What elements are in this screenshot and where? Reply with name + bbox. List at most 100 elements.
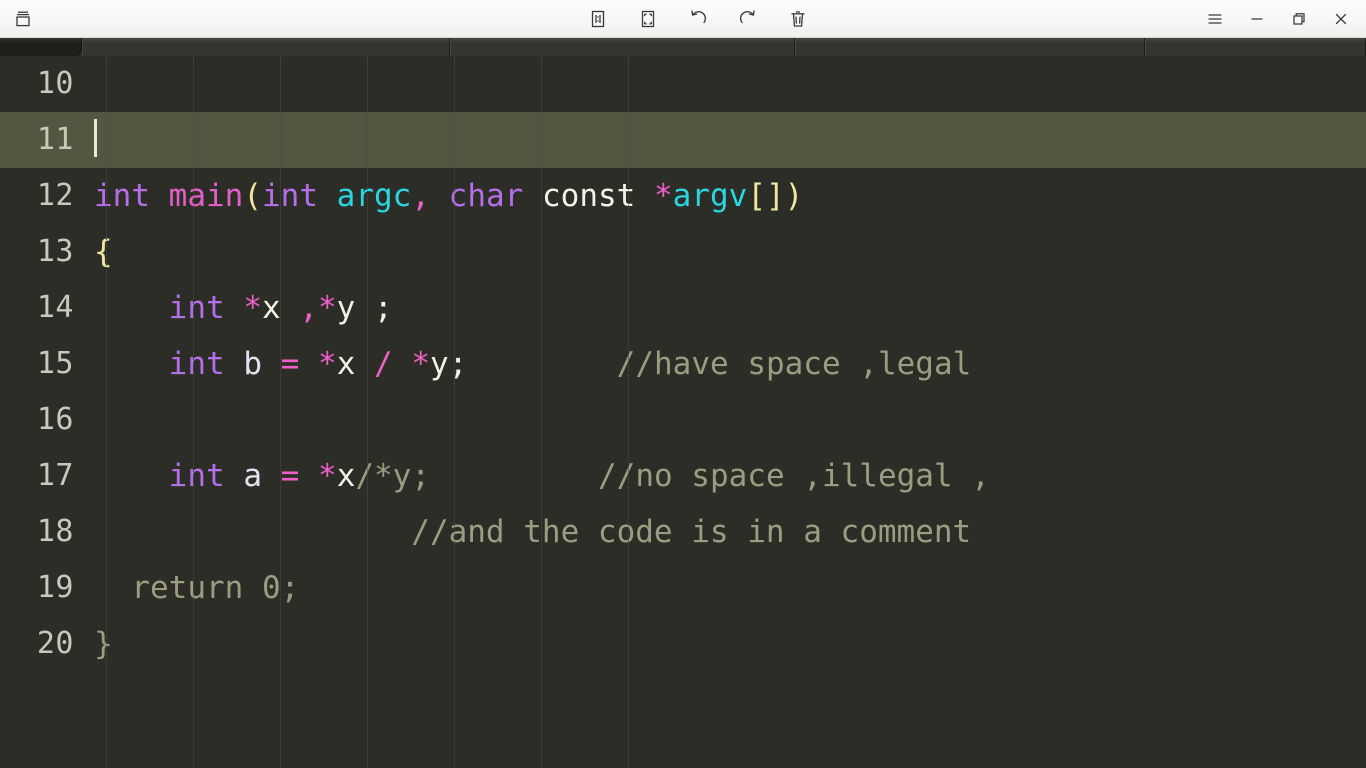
code-line-12[interactable]: 12 int main(int argc, char const *argv[]) bbox=[0, 168, 1366, 224]
fit-to-screen-icon[interactable] bbox=[637, 8, 659, 30]
menu-icon[interactable] bbox=[1204, 8, 1226, 30]
code-line-14[interactable]: 14 int *x ,*y ; bbox=[0, 280, 1366, 336]
code-token: = bbox=[280, 457, 300, 494]
maximize-icon[interactable] bbox=[1288, 8, 1310, 30]
code-token: int bbox=[168, 289, 225, 326]
toolbar-left-group bbox=[0, 8, 192, 30]
code-token: //have space ,legal bbox=[467, 345, 972, 382]
line-number-12: 12 bbox=[36, 178, 74, 213]
code-line-11[interactable]: 11 bbox=[0, 112, 1366, 168]
top-toolbar bbox=[0, 0, 1366, 38]
actual-size-icon[interactable] bbox=[587, 8, 609, 30]
code-token: int bbox=[168, 457, 225, 494]
code-line-content-20: } bbox=[88, 625, 1366, 662]
code-token: int bbox=[168, 345, 225, 382]
code-line-13[interactable]: 13 { bbox=[0, 224, 1366, 280]
tab-sheen bbox=[83, 38, 449, 43]
editor-tab-3[interactable] bbox=[795, 38, 1145, 56]
minimize-icon[interactable] bbox=[1246, 8, 1268, 30]
code-line-content-15: int b = *x / *y; //have space ,legal bbox=[88, 345, 1366, 382]
code-line-20[interactable]: 20} bbox=[0, 616, 1366, 672]
code-token: x bbox=[336, 457, 356, 494]
app-window: 10 11 12 int main(int argc, char const *arg… bbox=[0, 0, 1366, 768]
editor-tab-4[interactable] bbox=[1145, 38, 1366, 56]
window-layers-icon[interactable] bbox=[12, 8, 34, 30]
line-number-11: 11 bbox=[36, 122, 74, 157]
toolbar-center-group bbox=[192, 8, 1204, 30]
code-token: * bbox=[243, 289, 262, 326]
code-line-content-17: int a = *x/*y; //no space ,illegal , bbox=[88, 457, 1366, 494]
delete-icon[interactable] bbox=[787, 8, 809, 30]
code-token: } bbox=[94, 625, 113, 662]
code-token: //and the code is in a comment bbox=[94, 513, 972, 550]
code-line-content-13: { bbox=[88, 233, 1366, 270]
code-token: ,* bbox=[299, 289, 337, 326]
tab-sheen bbox=[0, 38, 81, 43]
line-number-20: 20 bbox=[36, 626, 74, 661]
code-token: /*y; //no space ,illegal , bbox=[355, 457, 990, 494]
line-number-16: 16 bbox=[36, 402, 74, 437]
code-line-16[interactable]: 16 bbox=[0, 392, 1366, 448]
code-line-content-12: int main(int argc, char const *argv[]) bbox=[88, 177, 1366, 214]
code-token: argc bbox=[336, 177, 412, 214]
undo-icon[interactable] bbox=[687, 8, 709, 30]
code-line-18[interactable]: 18 //and the code is in a comment bbox=[0, 504, 1366, 560]
line-number-17: 17 bbox=[36, 458, 74, 493]
line-number-10: 10 bbox=[36, 66, 74, 101]
tab-strip bbox=[0, 38, 1366, 56]
code-line-content-14: int *x ,*y ; bbox=[88, 289, 1366, 326]
line-number-18: 18 bbox=[36, 514, 74, 549]
code-line-17[interactable]: 17 int a = *x/*y; //no space ,illegal , bbox=[0, 448, 1366, 504]
code-token: y; bbox=[430, 345, 468, 382]
code-token: []) bbox=[747, 177, 804, 214]
code-token: y ; bbox=[336, 289, 393, 326]
code-line-10[interactable]: 10 bbox=[0, 56, 1366, 112]
code-editor[interactable]: 10 11 12 int main(int argc, char const *arg… bbox=[0, 56, 1366, 768]
code-token: int bbox=[94, 177, 150, 214]
line-number-14: 14 bbox=[36, 290, 74, 325]
code-line-19[interactable]: 19 return 0; bbox=[0, 560, 1366, 616]
code-token: char bbox=[448, 177, 524, 214]
code-token: const bbox=[523, 177, 654, 214]
code-token: x bbox=[336, 345, 375, 382]
code-token: * bbox=[318, 345, 337, 382]
code-token: , bbox=[411, 177, 430, 214]
code-line-15[interactable]: 15 int b = *x / *y; //have space ,legal bbox=[0, 336, 1366, 392]
code-token: main bbox=[168, 177, 244, 214]
code-token: ( bbox=[243, 177, 262, 214]
code-token: argv bbox=[672, 177, 748, 214]
code-token: int bbox=[262, 177, 318, 214]
line-number-15: 15 bbox=[36, 346, 74, 381]
close-icon[interactable] bbox=[1330, 8, 1352, 30]
window-controls-group bbox=[1204, 8, 1366, 30]
line-number-13: 13 bbox=[36, 234, 74, 269]
editor-tab-1[interactable] bbox=[82, 38, 450, 56]
code-token: { bbox=[94, 233, 113, 270]
editor-tab-0[interactable] bbox=[0, 38, 82, 56]
code-token: * bbox=[318, 457, 337, 494]
code-token: * bbox=[653, 177, 673, 214]
editor-tab-2[interactable] bbox=[450, 38, 795, 56]
code-line-content-19: return 0; bbox=[88, 569, 1366, 606]
text-cursor bbox=[94, 119, 97, 157]
code-lines-container: 10 11 12 int main(int argc, char const *arg… bbox=[0, 56, 1366, 672]
tab-sheen bbox=[796, 38, 1144, 43]
code-token: / bbox=[374, 345, 393, 382]
line-number-19: 19 bbox=[36, 570, 74, 605]
code-token: b bbox=[243, 345, 262, 382]
redo-icon[interactable] bbox=[737, 8, 759, 30]
code-token: return 0; bbox=[94, 569, 300, 606]
code-line-content-11 bbox=[88, 119, 1366, 159]
